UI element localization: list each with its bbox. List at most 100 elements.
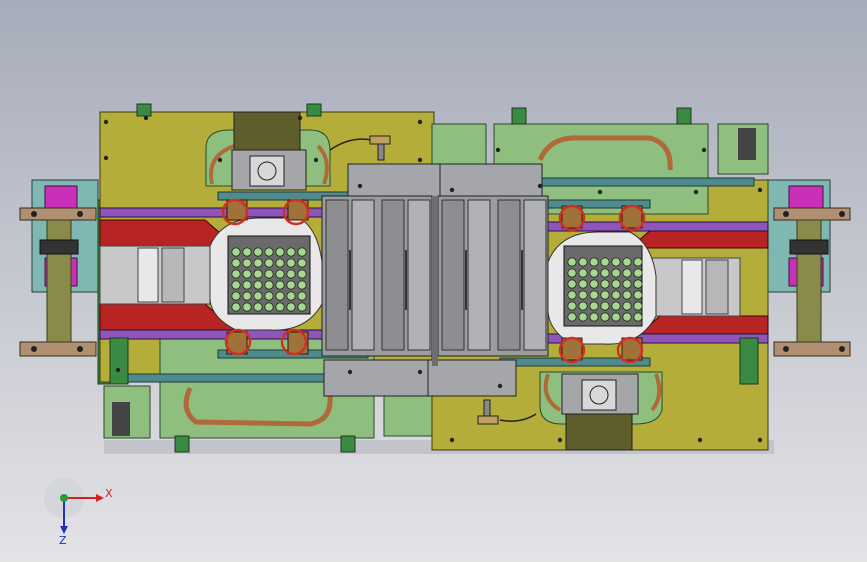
slide-rail	[497, 199, 521, 351]
cavity-pin	[297, 302, 307, 312]
cad-viewport[interactable]: X Z	[0, 0, 867, 562]
cavity-pin	[578, 301, 588, 311]
cavity-pin	[264, 280, 274, 290]
cavity-pin	[275, 280, 285, 290]
cavity-pin	[600, 257, 610, 267]
left-magenta-block-top	[44, 185, 78, 209]
cavity-pin	[275, 269, 285, 279]
cavity-pin	[264, 291, 274, 301]
cavity-pin	[231, 302, 241, 312]
screw-hole	[313, 157, 319, 163]
left-teal-bar-bottom	[113, 373, 341, 383]
screw-hole	[449, 437, 455, 443]
cavity-pin	[589, 257, 599, 267]
slide-rail	[467, 199, 491, 351]
cavity-pin	[231, 291, 241, 301]
cavity-pin	[297, 280, 307, 290]
cavity-pin	[253, 291, 263, 301]
cavity-pin	[253, 247, 263, 257]
cavity-pin	[611, 268, 621, 278]
slide-rail	[407, 199, 431, 351]
screw-hole	[417, 119, 423, 125]
cavity-pin	[578, 312, 588, 322]
right-cylinder-collar	[789, 239, 829, 255]
screw-hole	[495, 147, 501, 153]
cavity-pin	[589, 290, 599, 300]
screw-hole	[697, 437, 703, 443]
cavity-pin	[231, 280, 241, 290]
z-axis-label: Z	[59, 534, 67, 547]
cavity-pin	[253, 269, 263, 279]
cavity-pin	[242, 280, 252, 290]
cavity-pin	[567, 279, 577, 289]
cavity-pin	[633, 279, 643, 289]
cavity-pin	[600, 301, 610, 311]
right-sensor	[477, 415, 499, 425]
right-bottom-dark-block	[565, 413, 633, 451]
cavity-pin	[567, 268, 577, 278]
screw-hole	[693, 189, 699, 195]
cavity-pin	[611, 290, 621, 300]
screw-hole	[449, 187, 455, 193]
screw-hole	[103, 119, 109, 125]
left-top-dark-block	[233, 111, 301, 153]
cavity-pin	[600, 312, 610, 322]
cavity-pin	[622, 312, 632, 322]
cavity-pin	[600, 290, 610, 300]
cavity-pin	[567, 257, 577, 267]
cavity-pin	[622, 279, 632, 289]
right-bottom-gate	[581, 379, 617, 411]
cavity-pin	[286, 258, 296, 268]
cavity-pin	[633, 268, 643, 278]
screw-hole	[557, 437, 563, 443]
screw-hole	[701, 147, 707, 153]
cavity-pin	[286, 280, 296, 290]
screw-hole	[497, 383, 503, 389]
cavity-pin	[622, 268, 632, 278]
cavity-pin	[589, 312, 599, 322]
screw-hole	[217, 157, 223, 163]
screw-hole	[143, 115, 149, 121]
cavity-pin	[589, 301, 599, 311]
x-axis-label: X	[105, 487, 113, 500]
center-slide-assembly	[321, 163, 549, 397]
cavity-pin	[242, 269, 252, 279]
cavity-pin	[253, 280, 263, 290]
screw-hole	[347, 369, 353, 375]
screw-hole	[297, 115, 303, 121]
cavity-pin	[589, 279, 599, 289]
cavity-pin	[286, 291, 296, 301]
cavity-pin	[578, 279, 588, 289]
cavity-pin	[611, 279, 621, 289]
cavity-pin	[264, 302, 274, 312]
screw-hole	[757, 437, 763, 443]
screw-hole	[103, 155, 109, 161]
right-guide-cylinder	[796, 219, 822, 343]
cavity-pin	[297, 258, 307, 268]
cavity-pin	[567, 312, 577, 322]
slide-rail	[325, 199, 349, 351]
left-cylinder-collar	[39, 239, 79, 255]
cavity-pin	[275, 247, 285, 257]
cavity-pin	[611, 312, 621, 322]
screw-hole	[417, 157, 423, 163]
cavity-pin	[231, 247, 241, 257]
cavity-pin	[286, 269, 296, 279]
cavity-pin	[275, 302, 285, 312]
cavity-pin	[297, 291, 307, 301]
cavity-pin	[578, 268, 588, 278]
cavity-pin	[286, 247, 296, 257]
slide-rail	[381, 199, 405, 351]
center-bottom-left-block	[323, 359, 429, 397]
cavity-pin	[242, 302, 252, 312]
cavity-pin	[622, 257, 632, 267]
cavity-pin	[253, 258, 263, 268]
mold-assembly-drawing: X Z	[19, 103, 851, 547]
screw-hole	[417, 369, 423, 375]
cavity-pin	[611, 257, 621, 267]
left-lower-clamp	[112, 402, 130, 436]
slide-rail	[441, 199, 465, 351]
slide-rail	[523, 199, 547, 351]
screw-hole	[537, 183, 543, 189]
slide-rail	[351, 199, 375, 351]
